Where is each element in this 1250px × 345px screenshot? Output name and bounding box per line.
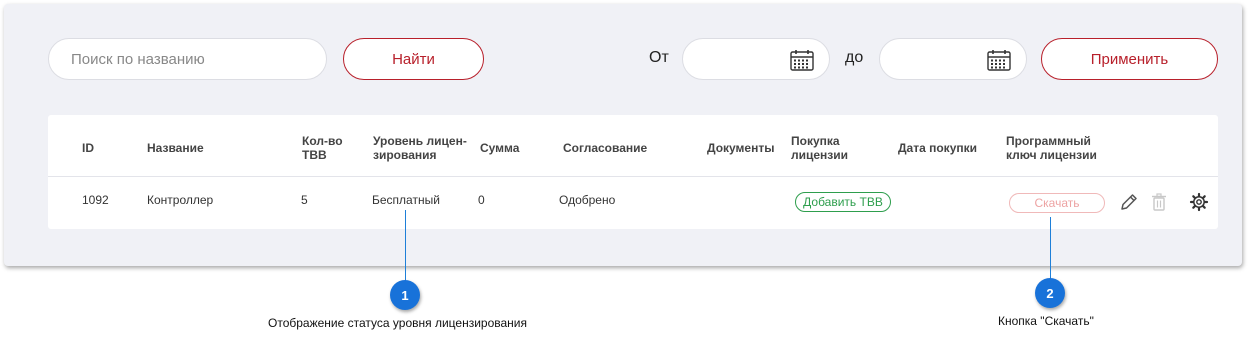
add-tvv-button[interactable]: Добавить ТВВ [795, 192, 891, 212]
apply-button[interactable]: Применить [1041, 38, 1218, 80]
gear-icon[interactable] [1189, 192, 1209, 212]
column-header-purchase-date[interactable]: Дата покупки [898, 141, 977, 155]
column-header-id[interactable]: ID [82, 141, 94, 155]
trash-icon[interactable] [1149, 192, 1169, 212]
calendar-icon[interactable] [987, 49, 1011, 71]
cell-name: Контроллер [147, 193, 214, 207]
callout-1-line [405, 210, 406, 283]
cell-id: 1092 [82, 193, 109, 207]
cell-qty: 5 [301, 193, 308, 207]
cell-sum: 0 [478, 193, 485, 207]
find-button[interactable]: Найти [343, 38, 484, 80]
column-header-purchase[interactable]: Покупка лицензии [791, 134, 848, 162]
calendar-icon[interactable] [790, 49, 814, 71]
column-header-sum[interactable]: Сумма [480, 141, 519, 155]
column-header-license-key[interactable]: Программный ключ лицензии [1006, 134, 1097, 162]
column-header-approval[interactable]: Согласование [563, 141, 647, 155]
filter-panel: Найти От до Применить [4, 4, 1242, 266]
callout-2-marker: 2 [1035, 278, 1065, 308]
callout-1-text: Отображение статуса уровня лицензировани… [268, 316, 527, 330]
date-to-input[interactable] [879, 38, 1027, 80]
license-table: ID Название Кол-во ТВВ Уровень лицен- зи… [48, 115, 1218, 229]
date-to-label: до [845, 49, 864, 66]
date-from-label: От [649, 49, 669, 66]
search-input[interactable] [48, 38, 327, 80]
table-row: 1092 Контроллер 5 Бесплатный 0 Одобрено … [48, 177, 1218, 229]
column-header-level[interactable]: Уровень лицен- зирования [373, 134, 467, 162]
column-header-qty[interactable]: Кол-во ТВВ [302, 134, 343, 162]
callout-1-marker: 1 [390, 280, 420, 310]
cell-approval: Одобрено [559, 193, 616, 207]
download-button[interactable]: Скачать [1009, 193, 1105, 213]
column-header-name[interactable]: Название [147, 141, 204, 155]
pencil-icon[interactable] [1119, 192, 1139, 212]
cell-license-level: Бесплатный [372, 193, 440, 207]
table-header: ID Название Кол-во ТВВ Уровень лицен- зи… [48, 115, 1218, 177]
callout-2-line [1050, 217, 1051, 283]
date-from-input[interactable] [682, 38, 830, 80]
callout-2-text: Кнопка "Скачать" [998, 314, 1094, 328]
column-header-documents[interactable]: Документы [707, 141, 774, 155]
